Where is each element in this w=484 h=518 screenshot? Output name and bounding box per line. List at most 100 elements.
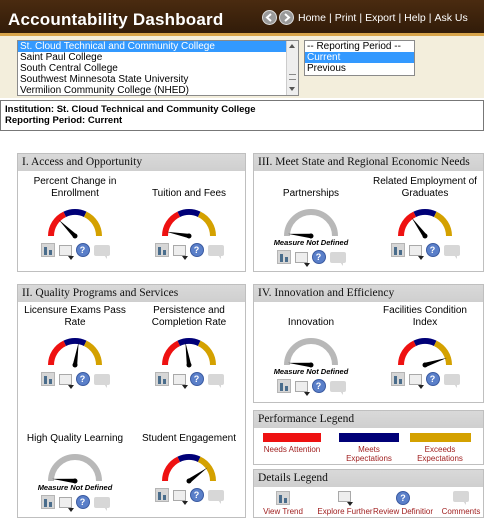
help-icon[interactable]: ? [311,250,326,264]
explore-icon[interactable] [172,489,188,505]
period-listbox[interactable]: -- Reporting Period -- Current Previous [304,40,415,76]
trend-icon[interactable] [154,243,169,257]
explore-icon[interactable] [58,373,74,389]
header-bar: Accountability Dashboard Home | Print | Expo… [0,0,484,36]
gauge-label: Related Employment of Graduates [373,176,477,199]
nav-askus-link[interactable]: Ask Us [435,12,468,24]
period-option[interactable]: Previous [305,63,414,74]
comment-icon[interactable] [329,251,346,266]
comment-icon[interactable] [443,373,460,388]
gauge-dial [162,209,216,239]
top-nav: Home | Print | Export | Help | Ask Us [298,12,468,24]
period-option[interactable]: -- Reporting Period -- [305,41,414,52]
comment-icon[interactable] [329,380,346,395]
help-icon[interactable]: ? [189,488,204,502]
trend-icon[interactable] [40,243,55,257]
gauge-arc-needs [162,340,181,366]
nav-help-link[interactable]: Help [404,12,426,24]
trend-icon[interactable] [390,243,405,257]
help-icon[interactable]: ? [75,243,90,257]
institution-option[interactable]: Southwest Minnesota State University [18,74,298,85]
institution-option[interactable]: Vermilion Community College (NHED) [18,85,298,95]
comment-icon[interactable] [207,373,224,388]
gauge-hub [186,478,192,484]
gauge-dial [398,209,452,239]
scroll-up-icon[interactable] [289,44,295,48]
gauge-arc-needs [162,456,181,482]
institution-listbox[interactable]: St. Cloud Technical and Community Colleg… [17,40,299,96]
gauge-actions: ? [256,249,366,267]
help-icon[interactable]: ? [189,243,204,257]
scroll-grip-icon[interactable] [289,74,296,80]
gauge-dial [284,338,338,368]
gauge-arc-undefined [284,209,338,237]
gauge-arc-needs [48,340,67,366]
period-option[interactable]: Current [305,52,414,63]
gauge-arc-exceeds [197,340,216,366]
nav-print-link[interactable]: Print [335,12,357,24]
gauge-label: Facilities Condition Index [383,305,467,328]
exceeds-expectations-label: Exceeds Expectations [417,445,463,463]
comment-icon[interactable] [207,489,224,504]
help-icon[interactable]: ? [425,372,440,386]
trend-icon[interactable] [276,379,291,393]
explore-icon[interactable] [294,380,310,396]
institution-option[interactable]: St. Cloud Technical and Community Colleg… [18,41,298,52]
gauge-actions: ? [134,487,244,505]
gauge-actions: ? [134,371,244,389]
comment-icon[interactable] [443,244,460,259]
back-icon[interactable] [262,10,277,25]
help-icon[interactable]: ? [311,379,326,393]
needs-attention-label: Needs Attention [263,445,321,454]
scroll-down-icon[interactable] [289,87,295,91]
help-icon[interactable]: ? [75,495,90,509]
period-line: Reporting Period: Current [5,115,123,126]
gauge-arc-meets [63,338,87,347]
explore-icon[interactable] [294,251,310,267]
comment-icon[interactable] [93,244,110,259]
section-title: IV. Innovation and Efficiency [254,285,483,302]
help-icon: ? [396,491,410,505]
comment-icon[interactable] [93,496,110,511]
comment-icon[interactable] [93,373,110,388]
selector-panel: St. Cloud Technical and Community Colleg… [0,36,484,98]
gauge-hub [72,233,78,239]
trend-icon[interactable] [276,250,291,264]
section-access: I. Access and Opportunity Percent Change… [17,153,246,272]
nav-export-link[interactable]: Export [365,12,395,24]
institution-option[interactable]: South Central College [18,63,298,74]
section-title: I. Access and Opportunity [18,154,245,171]
explore-icon[interactable] [58,496,74,512]
gauge-needle [166,231,190,239]
gauge-actions: ? [370,242,480,260]
trend-icon [276,491,290,505]
trend-icon[interactable] [40,495,55,509]
help-icon[interactable]: ? [425,243,440,257]
gauge-hub [186,233,192,239]
gauge-arc-meets [177,209,201,218]
explore-icon[interactable] [172,244,188,260]
explore-icon[interactable] [408,373,424,389]
gauge-arc-exceeds [83,211,102,237]
comment-icon[interactable] [207,244,224,259]
trend-icon[interactable] [40,372,55,386]
explore-icon[interactable] [58,244,74,260]
gauge-dial [162,454,216,484]
nav-home-link[interactable]: Home [298,12,326,24]
institution-option[interactable]: Saint Paul College [18,52,298,63]
forward-icon[interactable] [279,10,294,25]
listbox-scrollbar[interactable] [286,41,298,95]
gauge-dial [48,338,102,368]
gauge-dial [48,209,102,239]
section-title: II. Quality Programs and Services [18,285,245,302]
explore-icon [338,491,353,506]
explore-icon[interactable] [408,244,424,260]
trend-icon[interactable] [154,488,169,502]
gauge-arc-exceeds [197,211,216,237]
trend-icon[interactable] [154,372,169,386]
help-icon[interactable]: ? [189,372,204,386]
explore-icon[interactable] [172,373,188,389]
help-icon[interactable]: ? [75,372,90,386]
legend-title: Performance Legend [254,411,483,428]
trend-icon[interactable] [390,372,405,386]
